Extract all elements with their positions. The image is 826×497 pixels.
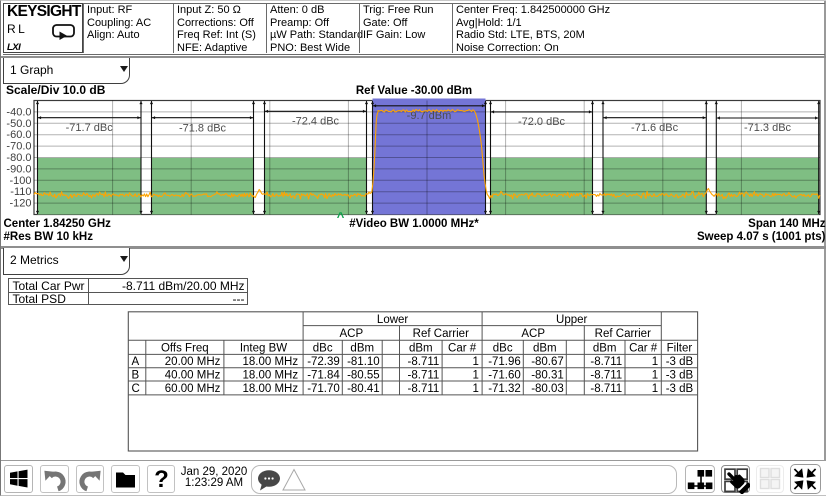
svg-text:Integ BW: Integ BW [240, 343, 287, 355]
svg-text:Car #: Car # [448, 343, 477, 355]
svg-text:-8.711: -8.711 [590, 383, 622, 395]
svg-text:Ref Carrier: Ref Carrier [595, 328, 651, 340]
svg-text:-71.32: -71.32 [488, 383, 521, 395]
svg-text:Offs Freq: Offs Freq [161, 343, 209, 355]
svg-text:dBc: dBc [493, 343, 513, 355]
svg-text:ACP: ACP [521, 328, 545, 340]
svg-text:?: ? [154, 466, 169, 493]
svg-text:1: 1 [472, 356, 478, 368]
svg-text:ACP: ACP [339, 328, 363, 340]
svg-text:-3 dB: -3 dB [666, 383, 694, 395]
svg-text:Filter: Filter [667, 343, 693, 355]
svg-text:dBm: dBm [593, 343, 617, 355]
svg-text:Car #: Car # [629, 343, 658, 355]
svg-text:1: 1 [472, 383, 478, 395]
svg-text:18.00 MHz: 18.00 MHz [242, 356, 298, 368]
svg-text:Upper: Upper [556, 314, 587, 326]
svg-text:-3 dB: -3 dB [666, 370, 694, 382]
svg-text:-81.10: -81.10 [347, 356, 380, 368]
svg-text:-71.96: -71.96 [488, 356, 521, 368]
svg-text:-8.711: -8.711 [590, 370, 622, 382]
svg-text:B: B [132, 370, 140, 382]
svg-text:-80.03: -80.03 [531, 383, 564, 395]
svg-text:-80.31: -80.31 [531, 370, 564, 382]
svg-text:-71.60: -71.60 [488, 370, 521, 382]
svg-text:dBc: dBc [313, 343, 333, 355]
svg-text:60.00 MHz: 60.00 MHz [165, 383, 221, 395]
svg-text:1: 1 [652, 370, 658, 382]
svg-text:-72.39: -72.39 [307, 356, 340, 368]
svg-text:-8.711: -8.711 [408, 383, 440, 395]
svg-text:A: A [132, 356, 140, 368]
svg-text:dBm: dBm [409, 343, 433, 355]
svg-text:-8.711: -8.711 [590, 356, 622, 368]
svg-text:18.00 MHz: 18.00 MHz [242, 383, 298, 395]
svg-text:1: 1 [652, 383, 658, 395]
svg-text:C: C [132, 383, 140, 395]
svg-text:-80.55: -80.55 [347, 370, 380, 382]
svg-text:-71.70: -71.70 [307, 383, 340, 395]
svg-text:Ref Carrier: Ref Carrier [413, 328, 469, 340]
svg-text:18.00 MHz: 18.00 MHz [242, 370, 298, 382]
svg-text:-8.711: -8.711 [408, 370, 440, 382]
svg-text:40.00 MHz: 40.00 MHz [165, 370, 221, 382]
svg-text:-80.41: -80.41 [347, 383, 380, 395]
svg-text:-71.84: -71.84 [307, 370, 340, 382]
svg-text:-80.67: -80.67 [531, 356, 564, 368]
svg-text:1: 1 [652, 356, 658, 368]
svg-text:Lower: Lower [377, 314, 408, 326]
svg-text:dBm: dBm [350, 343, 374, 355]
svg-text:-3 dB: -3 dB [666, 356, 694, 368]
svg-text:dBm: dBm [533, 343, 557, 355]
svg-text:1: 1 [472, 370, 478, 382]
svg-text:20.00 MHz: 20.00 MHz [165, 356, 221, 368]
svg-text:-8.711: -8.711 [408, 356, 440, 368]
